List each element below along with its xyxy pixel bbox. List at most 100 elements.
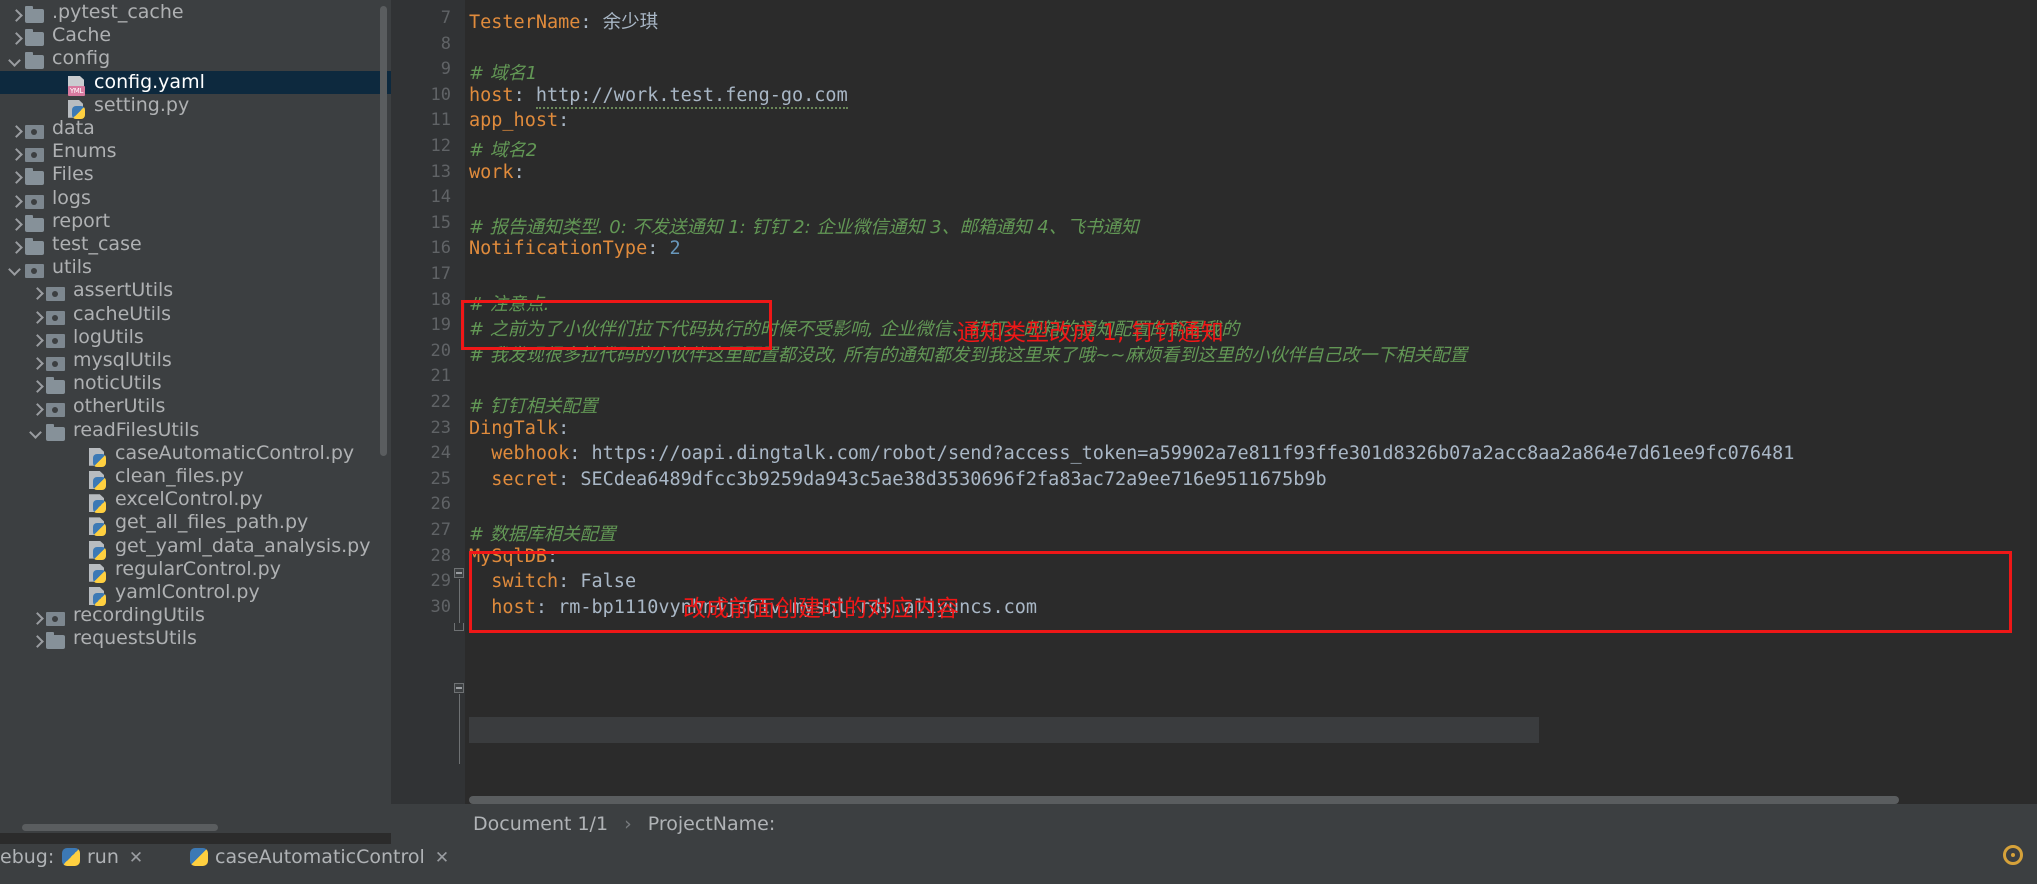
chevron-right-icon[interactable] xyxy=(29,303,45,326)
tree-item-label: get_yaml_data_analysis.py xyxy=(115,534,371,557)
chevron-down-icon[interactable] xyxy=(29,419,45,442)
tree-item-yamlcontrol-py[interactable]: yamlControl.py xyxy=(0,581,391,607)
close-icon[interactable]: ✕ xyxy=(129,848,143,868)
chevron-right-icon[interactable] xyxy=(29,326,45,349)
code-token: : xyxy=(558,110,570,132)
code-token: secret xyxy=(469,468,559,490)
settings-button[interactable] xyxy=(2003,845,2023,870)
folder-icon xyxy=(24,24,46,47)
debug-tool-label[interactable]: ebug: xyxy=(0,844,54,870)
tree-item-label: mysqlUtils xyxy=(73,349,172,371)
tree-item-assertutils[interactable]: assertUtils xyxy=(0,279,391,302)
code-token: http://work.test.feng-go.com xyxy=(535,84,848,109)
editor-horizontal-scrollbar[interactable] xyxy=(469,796,1899,804)
code-line[interactable]: DingTalk: xyxy=(469,418,569,439)
code-token: 余少琪 xyxy=(602,12,659,33)
tree-item-noticutils[interactable]: noticUtils xyxy=(0,372,391,395)
tree-item-config-yaml[interactable]: config.yaml xyxy=(0,70,391,96)
line-number: 30 xyxy=(430,596,451,617)
tree-item-otherutils[interactable]: otherUtils xyxy=(0,395,391,418)
tree-item-cacheutils[interactable]: cacheUtils xyxy=(0,303,391,326)
chevron-down-icon[interactable] xyxy=(8,47,24,70)
tree-item-label: report xyxy=(52,209,111,232)
run-tab[interactable]: run ✕ xyxy=(62,844,143,871)
code-line[interactable]: TesterName: 余少琪 xyxy=(469,8,658,34)
tree-item-files[interactable]: Files xyxy=(0,163,391,186)
tree-item-enums[interactable]: Enums xyxy=(0,140,391,163)
code-line[interactable]: # 域名2 xyxy=(469,136,537,162)
tree-item-data[interactable]: data xyxy=(0,117,391,140)
code-editor[interactable]: 7 TesterName: 余少琪 8 9 # 域名1 10 host: http://wo… xyxy=(391,0,2037,833)
tree-item-caseautomaticcontrol-py[interactable]: caseAutomaticControl.py xyxy=(0,442,391,468)
chevron-right-icon[interactable] xyxy=(29,604,45,627)
tree-item-get-yaml-data-analysis-py[interactable]: get_yaml_data_analysis.py xyxy=(0,534,391,560)
chevron-right-icon[interactable] xyxy=(29,627,45,650)
folder-icon xyxy=(24,47,46,70)
tree-item-mysqlutils[interactable]: mysqlUtils xyxy=(0,349,391,372)
tree-item-label: utils xyxy=(52,256,92,279)
tree-item-label: .pytest_cache xyxy=(52,1,184,23)
line-number: 27 xyxy=(430,520,451,540)
tree-item-cache[interactable]: Cache xyxy=(0,24,391,47)
tree-item-setting-py[interactable]: setting.py xyxy=(0,94,391,120)
chevron-right-icon[interactable] xyxy=(29,279,45,302)
tree-item-excelcontrol-py[interactable]: excelControl.py xyxy=(0,488,391,514)
line-number: 24 xyxy=(430,443,451,464)
code-line[interactable]: webhook: https://oapi.dingtalk.com/robot… xyxy=(469,443,1794,464)
chevron-right-icon[interactable] xyxy=(8,1,24,24)
code-token: # 域名1 xyxy=(469,63,538,85)
tree-item-regularcontrol-py[interactable]: regularControl.py xyxy=(0,558,391,584)
tree-item-logs[interactable]: logs xyxy=(0,187,391,210)
tree-horizontal-scrollbar[interactable] xyxy=(22,824,218,831)
code-token: : xyxy=(558,468,581,490)
chevron-down-icon[interactable] xyxy=(8,256,24,279)
ide-window: .pytest_cacheCacheconfigconfig.yamlsetti… xyxy=(0,0,2037,868)
chevron-right-icon[interactable] xyxy=(8,117,24,140)
code-text-area[interactable]: 7 TesterName: 余少琪 8 9 # 域名1 10 host: http://wo… xyxy=(391,0,2037,804)
chevron-right-icon[interactable] xyxy=(8,140,24,163)
project-tree-panel[interactable]: .pytest_cacheCacheconfigconfig.yamlsetti… xyxy=(0,0,391,833)
code-line[interactable]: NotificationType: 2 xyxy=(469,238,681,259)
code-line[interactable]: host: http://work.test.feng-go.com xyxy=(469,84,848,109)
breadcrumb-node[interactable]: ProjectName: xyxy=(648,813,775,835)
chevron-right-icon[interactable] xyxy=(8,233,24,256)
chevron-right-icon[interactable] xyxy=(29,372,45,395)
case-automatic-control-tab[interactable]: caseAutomaticControl ✕ xyxy=(190,844,449,871)
code-line[interactable]: work: xyxy=(469,162,525,183)
code-token: host xyxy=(469,84,514,106)
code-line[interactable]: app_host: xyxy=(469,110,569,131)
chevron-right-icon[interactable] xyxy=(8,24,24,47)
tree-vertical-scrollbar[interactable] xyxy=(380,6,387,456)
chevron-right-icon[interactable] xyxy=(8,187,24,210)
breadcrumb[interactable]: Document 1/1 › ProjectName: xyxy=(391,804,2037,844)
chevron-right-icon[interactable] xyxy=(8,163,24,186)
chevron-right-icon[interactable] xyxy=(29,349,45,372)
tree-item--pytest-cache[interactable]: .pytest_cache xyxy=(0,1,391,24)
code-line[interactable]: # 域名1 xyxy=(469,59,537,85)
tree-item-logutils[interactable]: logUtils xyxy=(0,326,391,349)
chevron-right-icon[interactable] xyxy=(29,395,45,418)
line-number: 21 xyxy=(430,366,451,387)
tree-item-label: noticUtils xyxy=(73,372,162,395)
code-line[interactable]: # 钉钉相关配置 xyxy=(469,392,598,418)
tree-item-utils[interactable]: utils xyxy=(0,256,391,279)
tree-item-clean-files-py[interactable]: clean_files.py xyxy=(0,465,391,491)
tree-item-recordingutils[interactable]: recordingUtils xyxy=(0,604,391,627)
tree-item-test-case[interactable]: test_case xyxy=(0,233,391,256)
code-line[interactable]: # 报告通知类型. 0: 不发送通知 1: 钉钉 2: 企业微信通知 3、邮箱通… xyxy=(469,213,1139,239)
tree-item-requestsutils[interactable]: requestsUtils xyxy=(0,627,391,650)
python-file-icon xyxy=(87,488,109,514)
tree-item-label: cacheUtils xyxy=(73,302,172,325)
tree-item-report[interactable]: report xyxy=(0,210,391,233)
source-folder-icon xyxy=(45,326,67,349)
breadcrumb-document[interactable]: Document 1/1 xyxy=(473,813,608,835)
code-line[interactable]: secret: SECdea6489dfcc3b9259da943c5ae38d… xyxy=(469,468,1326,490)
tree-item-get-all-files-path-py[interactable]: get_all_files_path.py xyxy=(0,511,391,537)
code-line[interactable]: # 数据库相关配置 xyxy=(469,520,616,546)
tree-item-readfilesutils[interactable]: readFilesUtils xyxy=(0,419,391,442)
chevron-right-icon[interactable] xyxy=(8,210,24,233)
line-number: 11 xyxy=(430,110,451,131)
tree-item-config[interactable]: config xyxy=(0,47,391,70)
close-icon[interactable]: ✕ xyxy=(435,848,449,868)
